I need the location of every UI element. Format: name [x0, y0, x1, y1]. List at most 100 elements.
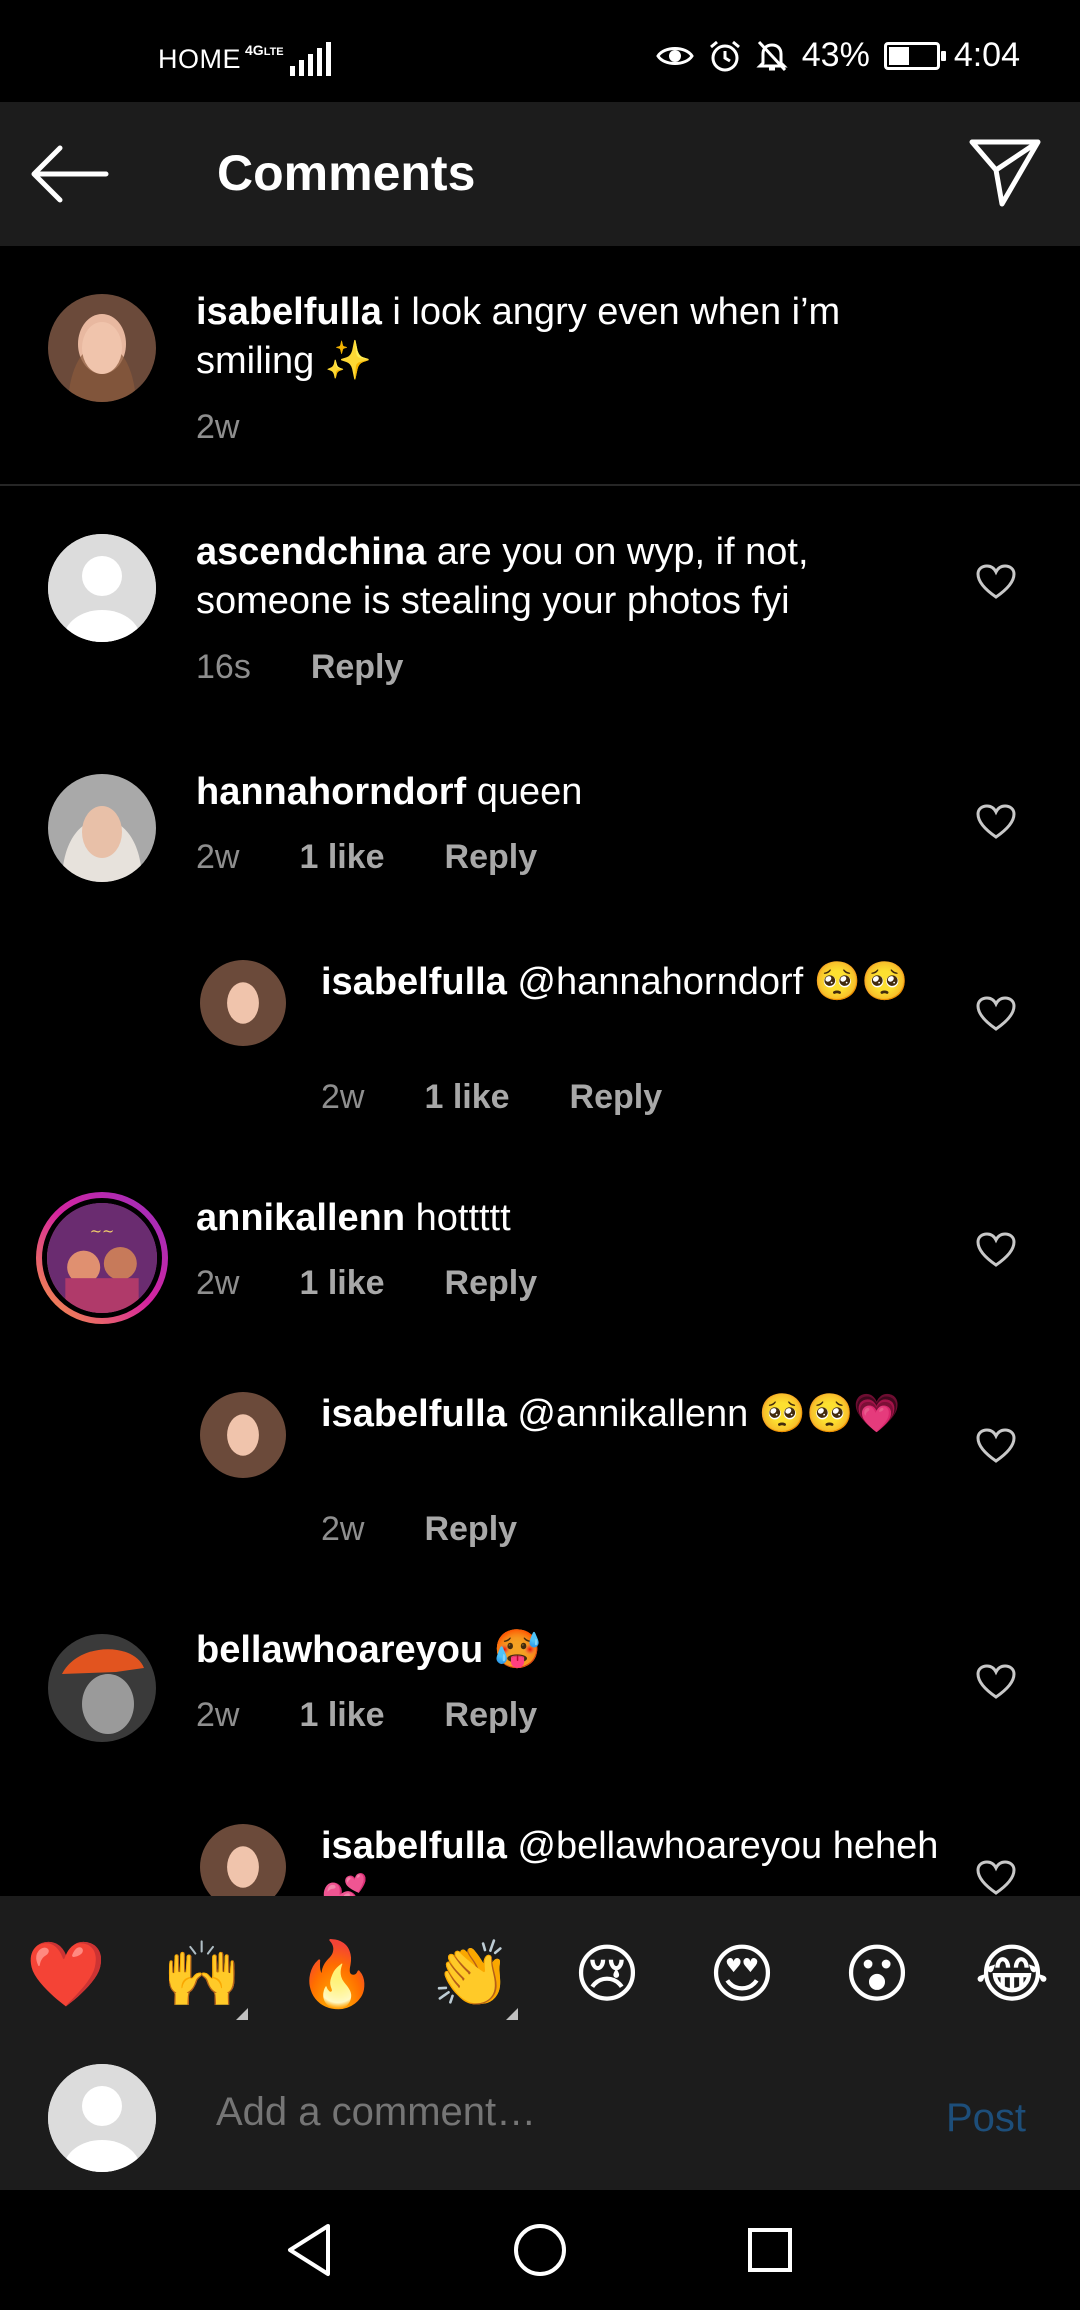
comment-time: 2w — [196, 408, 240, 446]
username[interactable]: annikallenn — [196, 1197, 405, 1239]
comment-meta: 2w — [196, 408, 239, 447]
page-title: Comments — [217, 145, 476, 201]
username[interactable]: isabelfulla — [321, 961, 507, 1003]
comment-meta: 2w 1 like Reply — [196, 838, 537, 877]
heart-icon[interactable] — [976, 564, 1016, 600]
username[interactable]: bellawhoareyou — [196, 1629, 483, 1671]
carrier-label: HOME — [158, 43, 241, 74]
like-count[interactable]: 1 like — [299, 838, 384, 877]
alarm-icon — [709, 40, 740, 71]
heart-icon[interactable] — [976, 1664, 1016, 1700]
status-right: 43% 4:04 — [655, 36, 1020, 75]
username[interactable]: ascendchina — [196, 531, 426, 573]
comment-input[interactable] — [216, 2090, 876, 2135]
comment-text: ascendchina are you on wyp, if not, some… — [196, 528, 936, 626]
comment-text: annikallenn hottttt — [196, 1194, 936, 1243]
mute-icon — [756, 40, 788, 71]
header: Comments — [0, 102, 1080, 246]
battery-percent: 43% — [801, 36, 870, 74]
comment-meta: 2w 1 like Reply — [196, 1264, 537, 1303]
avatar[interactable] — [48, 774, 156, 882]
post-button[interactable]: Post — [946, 2096, 1026, 2141]
signal-icon — [289, 42, 331, 76]
status-left: HOME 4GLTE — [158, 42, 331, 76]
reply-button[interactable]: Reply — [570, 1078, 663, 1117]
comment-item: ~~ annikallenn hottttt 2w 1 like Reply — [0, 1158, 1080, 1338]
comment-body: hottttt — [405, 1197, 511, 1239]
reply-button[interactable]: Reply — [445, 838, 538, 877]
heart-icon[interactable] — [976, 804, 1016, 840]
avatar[interactable]: ~~ — [36, 1192, 168, 1324]
back-triangle-icon[interactable] — [278, 2218, 342, 2282]
heart-icon[interactable] — [976, 1860, 1016, 1896]
comment-time: 2w — [196, 1696, 240, 1734]
comment-item: hannahorndorf queen 2w 1 like Reply — [0, 726, 1080, 896]
clock: 4:04 — [953, 36, 1020, 74]
like-count[interactable]: 1 like — [424, 1078, 509, 1117]
comment-time: 2w — [196, 1264, 240, 1302]
comment-time: 2w — [321, 1510, 365, 1548]
avatar[interactable] — [48, 294, 156, 402]
avatar[interactable] — [200, 1392, 286, 1478]
reply-button[interactable]: Reply — [311, 648, 404, 687]
like-count[interactable]: 1 like — [299, 1696, 384, 1735]
paper-plane-icon[interactable] — [968, 138, 1042, 208]
comment-time: 2w — [196, 838, 240, 876]
username[interactable]: isabelfulla — [196, 291, 382, 333]
comment-text: isabelfulla @hannahorndorf 🥺🥺 — [321, 958, 941, 1007]
comment-body: @hannahorndorf 🥺🥺 — [506, 961, 909, 1003]
arrow-left-icon[interactable] — [30, 142, 110, 206]
reply-button[interactable]: Reply — [424, 1510, 517, 1549]
avatar[interactable] — [48, 1634, 156, 1742]
avatar — [48, 2064, 156, 2172]
comment-meta: 2w Reply — [321, 1510, 517, 1549]
emoji-heart[interactable]: ❤️ — [26, 1934, 106, 2014]
comment-time: 16s — [196, 648, 251, 686]
avatar[interactable] — [200, 960, 286, 1046]
skin-tone-indicator — [506, 2008, 518, 2020]
comment-time: 2w — [321, 1078, 365, 1116]
comment-body: @annikallenn 🥺🥺💗 — [506, 1393, 901, 1435]
reply-button[interactable]: Reply — [445, 1264, 538, 1303]
system-nav-bar — [0, 2190, 1080, 2310]
recents-square-icon[interactable] — [738, 2218, 802, 2282]
home-circle-icon[interactable] — [508, 2218, 572, 2282]
avatar[interactable] — [200, 1824, 286, 1896]
comment-body: 🥵 — [483, 1629, 542, 1671]
emoji-heart-eyes[interactable]: 😍 — [702, 1934, 782, 2014]
network-type: 4GLTE — [245, 43, 284, 59]
comment-meta: 16s Reply — [196, 648, 403, 687]
emoji-clapping[interactable]: 👏 — [432, 1934, 518, 2020]
comment-meta: 2w 1 like Reply — [196, 1696, 537, 1735]
comment-text: bellawhoareyou 🥵 — [196, 1626, 936, 1675]
emoji-laughing[interactable]: 😂 — [972, 1934, 1052, 2014]
emoji-fire[interactable]: 🔥 — [297, 1934, 377, 2014]
heart-icon[interactable] — [976, 1428, 1016, 1464]
status-bar: HOME 4GLTE 43% 4:04 — [0, 0, 1080, 102]
avatar[interactable] — [48, 534, 156, 642]
comment-item: ascendchina are you on wyp, if not, some… — [0, 486, 1080, 706]
skin-tone-indicator — [236, 2008, 248, 2020]
reply-item: isabelfulla @bellawhoareyou heheh💕 — [0, 1780, 1080, 1896]
like-count[interactable]: 1 like — [299, 1264, 384, 1303]
svg-text:~~: ~~ — [90, 1223, 115, 1240]
emoji-crying[interactable]: 😢 — [567, 1934, 647, 2014]
emoji-clapping-glyph: 👏 — [432, 1938, 512, 2010]
username[interactable]: isabelfulla — [321, 1825, 507, 1867]
heart-icon[interactable] — [976, 1232, 1016, 1268]
comment-body: queen — [466, 771, 583, 813]
comment-text: isabelfulla @annikallenn 🥺🥺💗 — [321, 1390, 941, 1439]
username[interactable]: isabelfulla — [321, 1393, 507, 1435]
username[interactable]: hannahorndorf — [196, 771, 466, 813]
caption-text: isabelfulla i look angry even when i’m s… — [196, 288, 936, 386]
emoji-surprised[interactable]: 😮 — [837, 1934, 917, 2014]
reply-item: isabelfulla @annikallenn 🥺🥺💗 2w Reply — [0, 1348, 1080, 1548]
reply-button[interactable]: Reply — [445, 1696, 538, 1735]
emoji-raising-hands[interactable]: 🙌 — [162, 1934, 248, 2020]
comment-text: hannahorndorf queen — [196, 768, 936, 817]
heart-icon[interactable] — [976, 996, 1016, 1032]
emoji-raising-hands-glyph: 🙌 — [162, 1938, 242, 2010]
network-sub-label: LTE — [263, 46, 284, 58]
comment-item: bellawhoareyou 🥵 2w 1 like Reply — [0, 1590, 1080, 1760]
comment-text: isabelfulla @bellawhoareyou heheh💕 — [321, 1822, 941, 1896]
